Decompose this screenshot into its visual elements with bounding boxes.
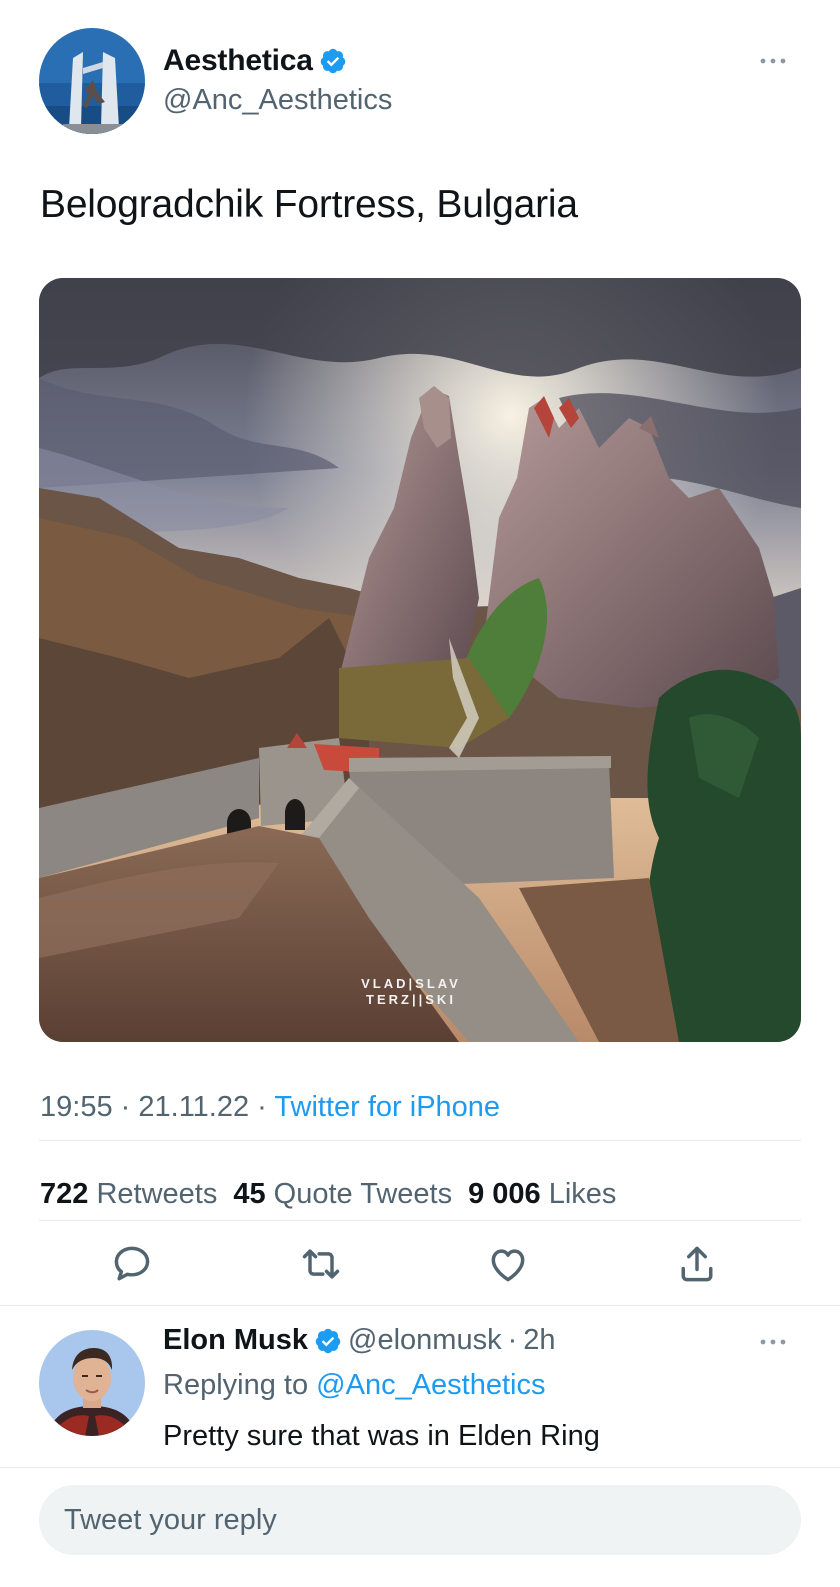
replying-to-line: Replying to @Anc_Aesthetics	[163, 1369, 545, 1402]
verified-icon	[315, 1328, 341, 1353]
likes-label: Likes	[548, 1178, 617, 1210]
reply-header: Elon Musk @elonmusk · 2h	[163, 1324, 556, 1357]
divider	[39, 1220, 801, 1221]
reply-author-handle[interactable]: @elonmusk	[348, 1324, 502, 1357]
tweet-photo[interactable]: VLAD|SLAV TERZ||SKI	[39, 278, 801, 1042]
retweet-icon[interactable]	[299, 1242, 343, 1286]
fortress-photo: VLAD|SLAV TERZ||SKI	[39, 278, 801, 1042]
reply-icon[interactable]	[110, 1242, 154, 1286]
tweet-date[interactable]: 21.11.22	[138, 1091, 249, 1123]
replying-to-prefix: Replying to	[163, 1369, 309, 1401]
quotes-stat[interactable]: 45 Quote Tweets	[233, 1178, 452, 1211]
divider	[39, 1140, 801, 1141]
like-icon[interactable]	[486, 1242, 530, 1286]
reply-composer[interactable]	[39, 1485, 801, 1555]
tweet-time[interactable]: 19:55	[40, 1091, 113, 1123]
author-avatar[interactable]	[39, 28, 145, 134]
verified-icon	[320, 48, 345, 74]
reply-author-avatar[interactable]	[39, 1330, 145, 1436]
meta-separator: ·	[257, 1091, 267, 1123]
tweet-stats: 722 Retweets 45 Quote Tweets 9 006 Likes	[40, 1178, 616, 1211]
replying-to-mention[interactable]: @Anc_Aesthetics	[316, 1369, 545, 1401]
watermark-line-2: TERZ||SKI	[366, 992, 456, 1007]
avatar-image	[39, 28, 145, 134]
divider	[0, 1305, 840, 1306]
meta-separator: ·	[507, 1324, 518, 1356]
share-icon[interactable]	[675, 1242, 719, 1286]
reply-time[interactable]: 2h	[523, 1324, 555, 1357]
divider	[0, 1467, 840, 1468]
reply-input[interactable]	[64, 1503, 801, 1537]
quotes-label: Quote Tweets	[273, 1178, 453, 1210]
meta-separator: ·	[120, 1091, 131, 1123]
quotes-count: 45	[233, 1178, 266, 1210]
tweet-source[interactable]: Twitter for iPhone	[274, 1091, 500, 1123]
reply-avatar-image	[39, 1330, 145, 1436]
reply-text: Pretty sure that was in Elden Ring	[163, 1420, 600, 1452]
author-name-row[interactable]: Aesthetica	[163, 44, 347, 78]
likes-stat[interactable]: 9 006 Likes	[468, 1178, 616, 1211]
more-icon[interactable]	[758, 1336, 788, 1348]
tweet-actions	[0, 1242, 840, 1290]
retweets-count: 722	[40, 1178, 89, 1210]
retweets-label: Retweets	[96, 1178, 218, 1210]
more-icon[interactable]	[758, 55, 788, 67]
likes-count: 9 006	[468, 1178, 541, 1210]
retweets-stat[interactable]: 722 Retweets	[40, 1178, 217, 1211]
author-handle[interactable]: @Anc_Aesthetics	[163, 84, 392, 117]
tweet-meta: 19:55 · 21.11.22 · Twitter for iPhone	[40, 1091, 500, 1124]
tweet-text: Belogradchik Fortress, Bulgaria	[40, 183, 578, 226]
author-display-name[interactable]: Aesthetica	[163, 44, 313, 78]
watermark-line-1: VLAD|SLAV	[361, 976, 461, 991]
reply-author-name[interactable]: Elon Musk	[163, 1324, 308, 1357]
